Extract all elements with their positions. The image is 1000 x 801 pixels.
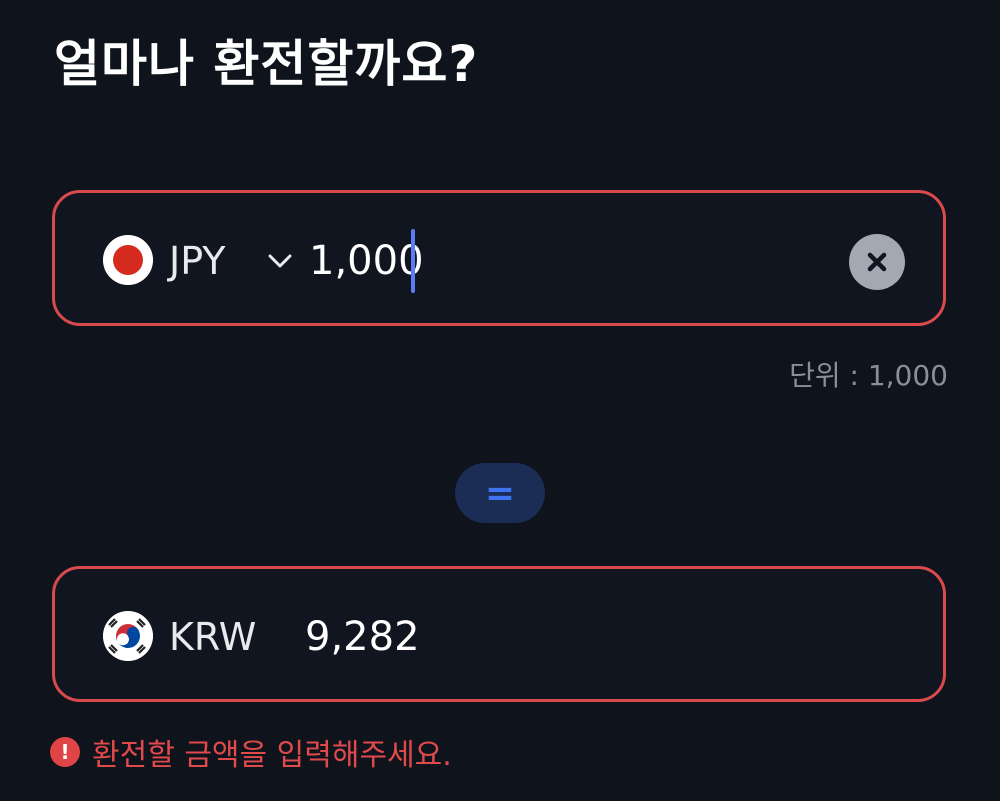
south-korea-flag-icon — [103, 611, 153, 661]
close-icon — [867, 252, 887, 272]
to-currency-card: KRW 9,282 — [52, 566, 946, 702]
alert-icon: ! — [50, 737, 80, 767]
unit-note: 단위 : 1,000 — [789, 359, 948, 392]
text-caret — [411, 229, 415, 293]
from-currency-card: JPY 1,000 — [52, 190, 946, 326]
page-title: 얼마나 환전할까요? — [54, 35, 479, 93]
clear-amount-button[interactable] — [849, 234, 905, 290]
to-currency-label: KRW — [169, 615, 257, 659]
error-message: 환전할 금액을 입력해주세요. — [92, 738, 452, 773]
to-amount-value: 9,282 — [305, 614, 420, 660]
from-amount-input[interactable]: 1,000 — [309, 233, 424, 289]
error-message-row: ! 환전할 금액을 입력해주세요. — [50, 730, 452, 774]
japan-flag-icon — [103, 235, 153, 285]
from-currency-selector[interactable]: JPY — [169, 233, 226, 289]
chevron-down-icon[interactable] — [265, 249, 295, 273]
equals-badge: = — [455, 463, 545, 523]
